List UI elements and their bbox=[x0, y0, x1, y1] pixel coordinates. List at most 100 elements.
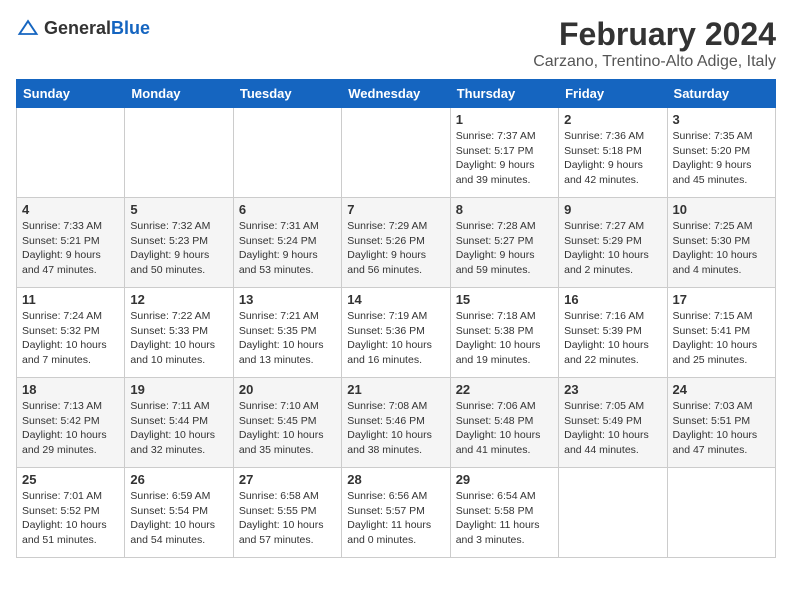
location-title: Carzano, Trentino-Alto Adige, Italy bbox=[533, 53, 776, 71]
calendar-week-1: 1 Sunrise: 7:37 AMSunset: 5:17 PMDaylight… bbox=[17, 108, 776, 198]
cell-content: Sunrise: 7:06 AMSunset: 5:48 PMDaylight:… bbox=[456, 399, 553, 458]
day-number: 18 bbox=[22, 382, 119, 397]
title-area: February 2024 Carzano, Trentino-Alto Adi… bbox=[533, 16, 776, 71]
day-number: 13 bbox=[239, 292, 336, 307]
calendar-cell-w5-d2: 26 Sunrise: 6:59 AMSunset: 5:54 PMDayligh… bbox=[125, 468, 233, 558]
calendar-cell-w4-d6: 23 Sunrise: 7:05 AMSunset: 5:49 PMDayligh… bbox=[559, 378, 667, 468]
day-number: 11 bbox=[22, 292, 119, 307]
logo-text-general: General bbox=[44, 18, 111, 38]
calendar-cell-w1-d7: 3 Sunrise: 7:35 AMSunset: 5:20 PMDaylight… bbox=[667, 108, 775, 198]
cell-content: Sunrise: 7:25 AMSunset: 5:30 PMDaylight:… bbox=[673, 219, 770, 278]
day-number: 22 bbox=[456, 382, 553, 397]
logo-icon bbox=[16, 16, 40, 40]
calendar-cell-w4-d3: 20 Sunrise: 7:10 AMSunset: 5:45 PMDayligh… bbox=[233, 378, 341, 468]
calendar-cell-w3-d3: 13 Sunrise: 7:21 AMSunset: 5:35 PMDayligh… bbox=[233, 288, 341, 378]
cell-content: Sunrise: 7:05 AMSunset: 5:49 PMDaylight:… bbox=[564, 399, 661, 458]
cell-content: Sunrise: 7:21 AMSunset: 5:35 PMDaylight:… bbox=[239, 309, 336, 368]
day-number: 21 bbox=[347, 382, 444, 397]
month-title: February 2024 bbox=[533, 16, 776, 53]
calendar-cell-w4-d2: 19Sunrise: 7:11 AMSunset: 5:44 PMDayligh… bbox=[125, 378, 233, 468]
cell-content: Sunrise: 7:29 AMSunset: 5:26 PMDaylight:… bbox=[347, 219, 444, 278]
cell-content: Sunrise: 7:13 AMSunset: 5:42 PMDaylight:… bbox=[22, 399, 119, 458]
day-number: 26 bbox=[130, 472, 227, 487]
col-monday: Monday bbox=[125, 80, 233, 108]
day-number: 25 bbox=[22, 472, 119, 487]
calendar-week-5: 25Sunrise: 7:01 AMSunset: 5:52 PMDayligh… bbox=[17, 468, 776, 558]
calendar-cell-w3-d5: 15 Sunrise: 7:18 AMSunset: 5:38 PMDayligh… bbox=[450, 288, 558, 378]
calendar-cell-w3-d1: 11 Sunrise: 7:24 AMSunset: 5:32 PMDayligh… bbox=[17, 288, 125, 378]
cell-content: Sunrise: 7:19 AMSunset: 5:36 PMDaylight:… bbox=[347, 309, 444, 368]
calendar-cell-w1-d4 bbox=[342, 108, 450, 198]
cell-content: Sunrise: 7:35 AMSunset: 5:20 PMDaylight:… bbox=[673, 129, 770, 188]
calendar-cell-w2-d7: 10 Sunrise: 7:25 AMSunset: 5:30 PMDayligh… bbox=[667, 198, 775, 288]
cell-content: Sunrise: 7:24 AMSunset: 5:32 PMDaylight:… bbox=[22, 309, 119, 368]
day-number: 28 bbox=[347, 472, 444, 487]
day-number: 1 bbox=[456, 112, 553, 127]
day-number: 2 bbox=[564, 112, 661, 127]
day-number: 5 bbox=[130, 202, 227, 217]
cell-content: Sunrise: 7:15 AMSunset: 5:41 PMDaylight:… bbox=[673, 309, 770, 368]
cell-content: Sunrise: 7:32 AMSunset: 5:23 PMDaylight:… bbox=[130, 219, 227, 278]
calendar-week-4: 18 Sunrise: 7:13 AMSunset: 5:42 PMDayligh… bbox=[17, 378, 776, 468]
cell-content: Sunrise: 7:03 AMSunset: 5:51 PMDaylight:… bbox=[673, 399, 770, 458]
day-number: 29 bbox=[456, 472, 553, 487]
day-number: 8 bbox=[456, 202, 553, 217]
day-number: 9 bbox=[564, 202, 661, 217]
calendar-cell-w5-d4: 28 Sunrise: 6:56 AMSunset: 5:57 PMDayligh… bbox=[342, 468, 450, 558]
cell-content: Sunrise: 6:58 AMSunset: 5:55 PMDaylight:… bbox=[239, 489, 336, 548]
calendar-cell-w3-d7: 17Sunrise: 7:15 AMSunset: 5:41 PMDayligh… bbox=[667, 288, 775, 378]
day-number: 4 bbox=[22, 202, 119, 217]
day-number: 24 bbox=[673, 382, 770, 397]
day-number: 7 bbox=[347, 202, 444, 217]
cell-content: Sunrise: 7:36 AMSunset: 5:18 PMDaylight:… bbox=[564, 129, 661, 188]
col-thursday: Thursday bbox=[450, 80, 558, 108]
calendar-cell-w5-d1: 25Sunrise: 7:01 AMSunset: 5:52 PMDayligh… bbox=[17, 468, 125, 558]
calendar-cell-w4-d1: 18 Sunrise: 7:13 AMSunset: 5:42 PMDayligh… bbox=[17, 378, 125, 468]
day-number: 23 bbox=[564, 382, 661, 397]
cell-content: Sunrise: 7:18 AMSunset: 5:38 PMDaylight:… bbox=[456, 309, 553, 368]
cell-content: Sunrise: 6:59 AMSunset: 5:54 PMDaylight:… bbox=[130, 489, 227, 548]
col-saturday: Saturday bbox=[667, 80, 775, 108]
calendar-cell-w3-d2: 12 Sunrise: 7:22 AMSunset: 5:33 PMDayligh… bbox=[125, 288, 233, 378]
calendar-header-row: Sunday Monday Tuesday Wednesday Thursday… bbox=[17, 80, 776, 108]
calendar-cell-w1-d6: 2 Sunrise: 7:36 AMSunset: 5:18 PMDaylight… bbox=[559, 108, 667, 198]
cell-content: Sunrise: 7:37 AMSunset: 5:17 PMDaylight:… bbox=[456, 129, 553, 188]
calendar-cell-w4-d7: 24 Sunrise: 7:03 AMSunset: 5:51 PMDayligh… bbox=[667, 378, 775, 468]
day-number: 3 bbox=[673, 112, 770, 127]
col-tuesday: Tuesday bbox=[233, 80, 341, 108]
day-number: 14 bbox=[347, 292, 444, 307]
calendar-cell-w4-d4: 21 Sunrise: 7:08 AMSunset: 5:46 PMDayligh… bbox=[342, 378, 450, 468]
cell-content: Sunrise: 7:10 AMSunset: 5:45 PMDaylight:… bbox=[239, 399, 336, 458]
logo-text-blue: Blue bbox=[111, 18, 150, 38]
cell-content: Sunrise: 6:56 AMSunset: 5:57 PMDaylight:… bbox=[347, 489, 444, 548]
day-number: 20 bbox=[239, 382, 336, 397]
cell-content: Sunrise: 7:33 AMSunset: 5:21 PMDaylight:… bbox=[22, 219, 119, 278]
cell-content: Sunrise: 7:27 AMSunset: 5:29 PMDaylight:… bbox=[564, 219, 661, 278]
page-header: GeneralBlue February 2024 Carzano, Trent… bbox=[16, 16, 776, 71]
day-number: 12 bbox=[130, 292, 227, 307]
calendar-cell-w2-d6: 9 Sunrise: 7:27 AMSunset: 5:29 PMDaylight… bbox=[559, 198, 667, 288]
calendar-cell-w5-d6 bbox=[559, 468, 667, 558]
day-number: 6 bbox=[239, 202, 336, 217]
calendar-week-2: 4 Sunrise: 7:33 AMSunset: 5:21 PMDaylight… bbox=[17, 198, 776, 288]
calendar-table: Sunday Monday Tuesday Wednesday Thursday… bbox=[16, 79, 776, 558]
calendar-cell-w3-d6: 16Sunrise: 7:16 AMSunset: 5:39 PMDayligh… bbox=[559, 288, 667, 378]
cell-content: Sunrise: 6:54 AMSunset: 5:58 PMDaylight:… bbox=[456, 489, 553, 548]
day-number: 10 bbox=[673, 202, 770, 217]
col-friday: Friday bbox=[559, 80, 667, 108]
cell-content: Sunrise: 7:22 AMSunset: 5:33 PMDaylight:… bbox=[130, 309, 227, 368]
calendar-cell-w1-d1 bbox=[17, 108, 125, 198]
calendar-cell-w2-d4: 7 Sunrise: 7:29 AMSunset: 5:26 PMDaylight… bbox=[342, 198, 450, 288]
day-number: 19 bbox=[130, 382, 227, 397]
cell-content: Sunrise: 7:08 AMSunset: 5:46 PMDaylight:… bbox=[347, 399, 444, 458]
col-sunday: Sunday bbox=[17, 80, 125, 108]
day-number: 15 bbox=[456, 292, 553, 307]
cell-content: Sunrise: 7:28 AMSunset: 5:27 PMDaylight:… bbox=[456, 219, 553, 278]
calendar-cell-w3-d4: 14 Sunrise: 7:19 AMSunset: 5:36 PMDayligh… bbox=[342, 288, 450, 378]
calendar-cell-w2-d1: 4 Sunrise: 7:33 AMSunset: 5:21 PMDaylight… bbox=[17, 198, 125, 288]
day-number: 27 bbox=[239, 472, 336, 487]
calendar-cell-w5-d5: 29 Sunrise: 6:54 AMSunset: 5:58 PMDayligh… bbox=[450, 468, 558, 558]
calendar-cell-w4-d5: 22 Sunrise: 7:06 AMSunset: 5:48 PMDayligh… bbox=[450, 378, 558, 468]
calendar-cell-w2-d2: 5 Sunrise: 7:32 AMSunset: 5:23 PMDaylight… bbox=[125, 198, 233, 288]
cell-content: Sunrise: 7:16 AMSunset: 5:39 PMDaylight:… bbox=[564, 309, 661, 368]
